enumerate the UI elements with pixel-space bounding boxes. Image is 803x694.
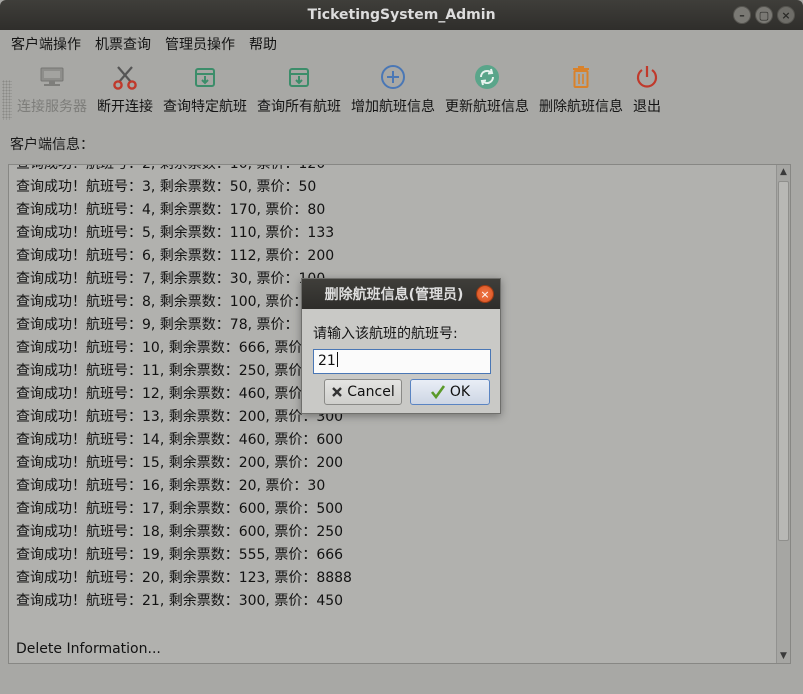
menu-ticket-query[interactable]: 机票查询 bbox=[88, 34, 158, 54]
log-line: 查询成功！航班号：16, 剩余票数：20, 票价：30 bbox=[16, 478, 326, 494]
query-all-flights-label: 查询所有航班 bbox=[257, 99, 341, 115]
window-title: TicketingSystem_Admin bbox=[307, 7, 496, 23]
disconnect-button[interactable]: 断开连接 bbox=[92, 58, 158, 116]
flight-number-value: 21 bbox=[318, 353, 336, 369]
update-flight-button[interactable]: 更新航班信息 bbox=[440, 58, 534, 116]
client-info-label: 客户端信息： bbox=[10, 137, 94, 153]
delete-flight-button[interactable]: 删除航班信息 bbox=[534, 58, 628, 116]
exit-label: 退出 bbox=[633, 99, 661, 115]
scissors-icon bbox=[112, 64, 138, 90]
toolbar: 连接服务器 断开连接 查询特定航班 查询所有航班 增加航班信息 更新航班信息 删… bbox=[0, 58, 803, 122]
server-icon bbox=[39, 64, 65, 90]
log-line: 查询成功！航班号：19, 剩余票数：555, 票价：666 bbox=[16, 547, 344, 563]
update-flight-label: 更新航班信息 bbox=[445, 99, 529, 115]
dialog-title: 删除航班信息(管理员) bbox=[324, 287, 464, 303]
cancel-x-icon bbox=[332, 387, 343, 397]
toolbar-grip[interactable] bbox=[2, 80, 12, 120]
dialog-prompt: 请输入该航班的航班号: bbox=[313, 326, 458, 342]
menu-client-ops[interactable]: 客户端操作 bbox=[4, 34, 88, 54]
delete-flight-label: 删除航班信息 bbox=[539, 99, 623, 115]
exit-button[interactable]: 退出 bbox=[628, 58, 666, 116]
scroll-up-icon[interactable]: ▲ bbox=[777, 165, 790, 179]
maximize-icon[interactable]: ▢ bbox=[755, 6, 773, 24]
client-info-log[interactable]: 查询成功！航班号：2, 剩余票数：10, 票价：120 查询成功！航班号：3, … bbox=[8, 164, 791, 664]
refresh-icon bbox=[474, 64, 500, 90]
download-box-icon bbox=[286, 64, 312, 90]
log-line: 查询成功！航班号：14, 剩余票数：460, 票价：600 bbox=[16, 432, 344, 448]
log-line: 查询成功！航班号：5, 剩余票数：110, 票价：133 bbox=[16, 225, 335, 241]
connect-server-label: 连接服务器 bbox=[17, 99, 87, 115]
log-line: 查询成功！航班号：4, 剩余票数：170, 票价：80 bbox=[16, 202, 326, 218]
log-scrollbar[interactable]: ▲ ▼ bbox=[776, 165, 790, 663]
flight-number-input[interactable]: 21 bbox=[313, 349, 491, 374]
app-window: TicketingSystem_Admin – ▢ × 客户端操作 机票查询 管… bbox=[0, 0, 803, 694]
log-line: 查询成功！航班号：2, 剩余票数：10, 票价：120 bbox=[16, 164, 326, 172]
cancel-button[interactable]: Cancel bbox=[324, 379, 402, 405]
window-controls: – ▢ × bbox=[733, 6, 795, 24]
trash-icon bbox=[568, 64, 594, 90]
log-line: 查询成功！航班号：20, 剩余票数：123, 票价：8888 bbox=[16, 570, 352, 586]
log-line: 查询成功！航班号：15, 剩余票数：200, 票价：200 bbox=[16, 455, 344, 471]
close-icon[interactable]: × bbox=[777, 6, 795, 24]
title-bar: TicketingSystem_Admin – ▢ × bbox=[0, 0, 803, 30]
scrollbar-thumb[interactable] bbox=[778, 181, 789, 541]
cancel-label: Cancel bbox=[347, 384, 395, 400]
log-line: 查询成功！航班号：6, 剩余票数：112, 票价：200 bbox=[16, 248, 335, 264]
add-flight-label: 增加航班信息 bbox=[351, 99, 435, 115]
log-line: 查询成功！航班号：3, 剩余票数：50, 票价：50 bbox=[16, 179, 317, 195]
log-line: 查询成功！航班号：21, 剩余票数：300, 票价：450 bbox=[16, 593, 344, 609]
dialog-close-icon[interactable]: × bbox=[476, 285, 494, 303]
query-specific-flight-label: 查询特定航班 bbox=[163, 99, 247, 115]
disconnect-label: 断开连接 bbox=[97, 99, 153, 115]
plus-circle-icon bbox=[380, 64, 406, 90]
log-line: 查询成功！航班号：18, 剩余票数：600, 票价：250 bbox=[16, 524, 344, 540]
minimize-icon[interactable]: – bbox=[733, 6, 751, 24]
menu-bar: 客户端操作 机票查询 管理员操作 帮助 bbox=[0, 30, 803, 58]
ok-button[interactable]: OK bbox=[410, 379, 490, 405]
power-icon bbox=[634, 64, 660, 90]
add-flight-button[interactable]: 增加航班信息 bbox=[346, 58, 440, 116]
delete-flight-dialog: 删除航班信息(管理员) × 请输入该航班的航班号: 21 Cancel OK bbox=[301, 278, 501, 414]
query-specific-flight-button[interactable]: 查询特定航班 bbox=[158, 58, 252, 116]
log-line: 查询成功！航班号：17, 剩余票数：600, 票价：500 bbox=[16, 501, 344, 517]
connect-server-button[interactable]: 连接服务器 bbox=[12, 58, 92, 116]
log-footer: Delete Information... bbox=[16, 641, 161, 657]
query-all-flights-button[interactable]: 查询所有航班 bbox=[252, 58, 346, 116]
ok-label: OK bbox=[449, 384, 471, 400]
dialog-title-bar: 删除航班信息(管理员) bbox=[302, 279, 500, 309]
menu-admin-ops[interactable]: 管理员操作 bbox=[158, 34, 242, 54]
download-box-icon bbox=[192, 64, 218, 90]
text-caret bbox=[336, 352, 338, 367]
scroll-down-icon[interactable]: ▼ bbox=[777, 649, 790, 663]
menu-help[interactable]: 帮助 bbox=[242, 34, 284, 54]
checkmark-icon bbox=[430, 385, 445, 400]
